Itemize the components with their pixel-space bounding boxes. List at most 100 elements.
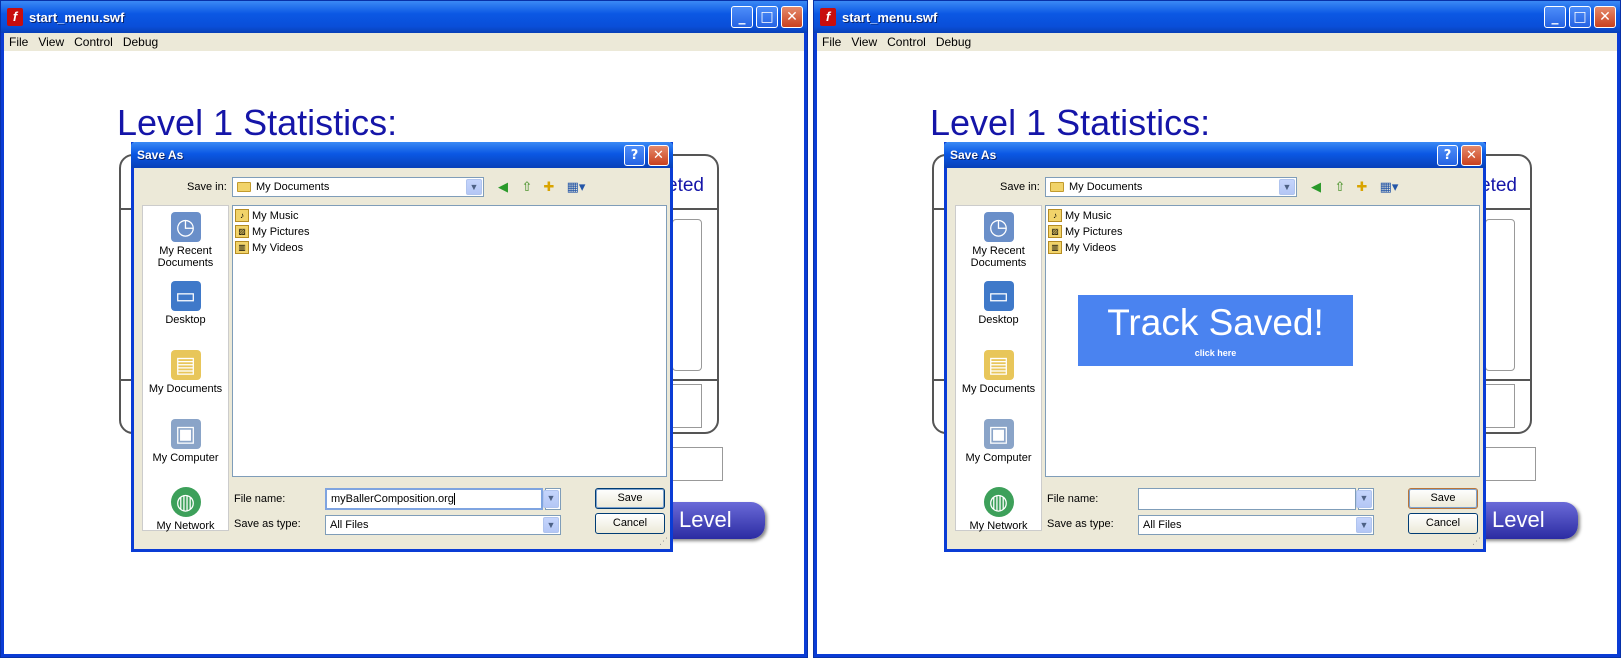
dialog-title-bar[interactable]: Save As ? ✕ <box>944 142 1486 168</box>
close-button[interactable]: ✕ <box>1594 6 1616 28</box>
chevron-down-icon[interactable]: ▼ <box>466 179 482 195</box>
flash-player-icon: f <box>7 8 23 26</box>
file-name: My Music <box>1065 209 1112 222</box>
save-in-value: My Documents <box>256 181 330 193</box>
dialog-close-button[interactable]: ✕ <box>1461 145 1482 166</box>
file-name-dropdown[interactable]: ▼ <box>1356 488 1374 510</box>
help-button[interactable]: ? <box>624 145 645 166</box>
pictures-folder-icon: ▨ <box>235 225 249 238</box>
up-folder-icon[interactable]: ⇧ <box>518 180 536 196</box>
list-item[interactable]: ▨ My Pictures <box>235 225 309 238</box>
place-label: Desktop <box>978 314 1019 326</box>
menu-file[interactable]: File <box>9 35 28 49</box>
title-bar[interactable]: f start_menu.swf _ □ ✕ <box>814 1 1620 33</box>
folder-icon <box>237 182 251 192</box>
place-my-computer[interactable]: ▣ My Computer <box>143 419 228 464</box>
menu-view[interactable]: View <box>851 35 877 49</box>
new-folder-icon[interactable]: ✚ <box>1353 180 1371 196</box>
save-type-dropdown[interactable]: All Files ▼ <box>325 515 561 535</box>
dialog-close-button[interactable]: ✕ <box>648 145 669 166</box>
list-item[interactable]: ▥ My Videos <box>235 241 303 254</box>
menu-file[interactable]: File <box>822 35 841 49</box>
menu-debug[interactable]: Debug <box>123 35 158 49</box>
stats-box <box>672 219 702 371</box>
resize-grip-icon[interactable]: ⋰ <box>659 537 668 547</box>
save-button[interactable]: Save <box>595 488 665 509</box>
menu-view[interactable]: View <box>38 35 64 49</box>
place-my-documents[interactable]: ▤ My Documents <box>956 350 1041 395</box>
file-name: My Pictures <box>1065 225 1123 238</box>
resize-grip-icon[interactable]: ⋰ <box>1472 537 1481 547</box>
folder-icon <box>1050 182 1064 192</box>
cancel-button[interactable]: Cancel <box>1408 513 1478 534</box>
place-label: My Recent Documents <box>157 245 214 269</box>
my-documents-icon: ▤ <box>170 350 201 380</box>
place-recent[interactable]: ◷ My Recent Documents <box>956 212 1041 269</box>
up-folder-icon[interactable]: ⇧ <box>1331 180 1349 196</box>
level-button[interactable]: Level <box>1482 502 1578 539</box>
chevron-down-icon[interactable]: ▼ <box>1356 490 1372 508</box>
back-icon[interactable]: ◀ <box>1307 180 1325 196</box>
recent-documents-icon: ◷ <box>170 212 201 242</box>
track-saved-banner[interactable]: Track Saved! click here <box>1078 295 1353 366</box>
list-item[interactable]: ♪ My Music <box>1048 209 1111 222</box>
list-item[interactable]: ▨ My Pictures <box>1048 225 1122 238</box>
save-type-dropdown[interactable]: All Files ▼ <box>1138 515 1374 535</box>
flash-stage: Level 1 Statistics: eted Level Save As ?… <box>4 51 804 654</box>
file-list[interactable]: ♪ My Music ▨ My Pictures ▥ My Videos <box>232 205 667 477</box>
maximize-button[interactable]: □ <box>1569 6 1591 28</box>
file-name: My Videos <box>1065 241 1117 254</box>
file-name: My Music <box>252 209 299 222</box>
file-name: My Pictures <box>252 225 310 238</box>
cancel-button[interactable]: Cancel <box>595 513 665 534</box>
chevron-down-icon[interactable]: ▼ <box>543 517 559 533</box>
window-title: start_menu.swf <box>842 9 938 25</box>
save-in-label: Save in: <box>1000 181 1040 193</box>
save-button[interactable]: Save <box>1408 488 1478 509</box>
list-item[interactable]: ♪ My Music <box>235 209 298 222</box>
menu-control[interactable]: Control <box>887 35 926 49</box>
place-desktop[interactable]: ▭ Desktop <box>143 281 228 326</box>
view-menu-icon[interactable]: ▦▾ <box>1377 180 1401 196</box>
new-folder-icon[interactable]: ✚ <box>540 180 558 196</box>
save-type-value: All Files <box>1143 519 1182 531</box>
place-recent[interactable]: ◷ My Recent Documents <box>143 212 228 269</box>
chevron-down-icon[interactable]: ▼ <box>543 490 559 508</box>
file-name-input[interactable] <box>1138 488 1356 510</box>
desktop-icon: ▭ <box>983 281 1014 311</box>
help-button[interactable]: ? <box>1437 145 1458 166</box>
stats-title: Level 1 Statistics: <box>930 102 1211 143</box>
player-window-left: f start_menu.swf _ □ ✕ File View Control… <box>0 0 808 658</box>
place-desktop[interactable]: ▭ Desktop <box>956 281 1041 326</box>
place-my-network[interactable]: ◍ My Network <box>956 487 1041 532</box>
minimize-button[interactable]: _ <box>1544 6 1566 28</box>
close-button[interactable]: ✕ <box>781 6 803 28</box>
maximize-button[interactable]: □ <box>756 6 778 28</box>
click-here-link[interactable]: click here <box>1078 348 1353 358</box>
level-button[interactable]: Level <box>669 502 765 539</box>
file-name-input[interactable]: myBallerComposition.org <box>325 488 543 510</box>
music-folder-icon: ♪ <box>1048 209 1062 222</box>
place-label: My Documents <box>961 383 1036 395</box>
title-bar[interactable]: f start_menu.swf _ □ ✕ <box>1 1 807 33</box>
dialog-title-bar[interactable]: Save As ? ✕ <box>131 142 673 168</box>
place-my-computer[interactable]: ▣ My Computer <box>956 419 1041 464</box>
place-my-documents[interactable]: ▤ My Documents <box>143 350 228 395</box>
minimize-button[interactable]: _ <box>731 6 753 28</box>
file-name-dropdown[interactable]: ▼ <box>543 488 561 510</box>
menu-debug[interactable]: Debug <box>936 35 971 49</box>
track-saved-title: Track Saved! <box>1107 302 1324 343</box>
save-in-dropdown[interactable]: My Documents ▼ <box>232 177 484 197</box>
back-icon[interactable]: ◀ <box>494 180 512 196</box>
chevron-down-icon[interactable]: ▼ <box>1279 179 1295 195</box>
list-item[interactable]: ▥ My Videos <box>1048 241 1116 254</box>
save-in-dropdown[interactable]: My Documents ▼ <box>1045 177 1297 197</box>
file-name-label: File name: <box>234 493 286 505</box>
place-my-network[interactable]: ◍ My Network <box>143 487 228 532</box>
videos-folder-icon: ▥ <box>235 241 249 254</box>
my-network-icon: ◍ <box>170 487 201 517</box>
view-menu-icon[interactable]: ▦▾ <box>564 180 588 196</box>
menu-control[interactable]: Control <box>74 35 113 49</box>
chevron-down-icon[interactable]: ▼ <box>1356 517 1372 533</box>
place-label: My Network <box>156 520 215 532</box>
